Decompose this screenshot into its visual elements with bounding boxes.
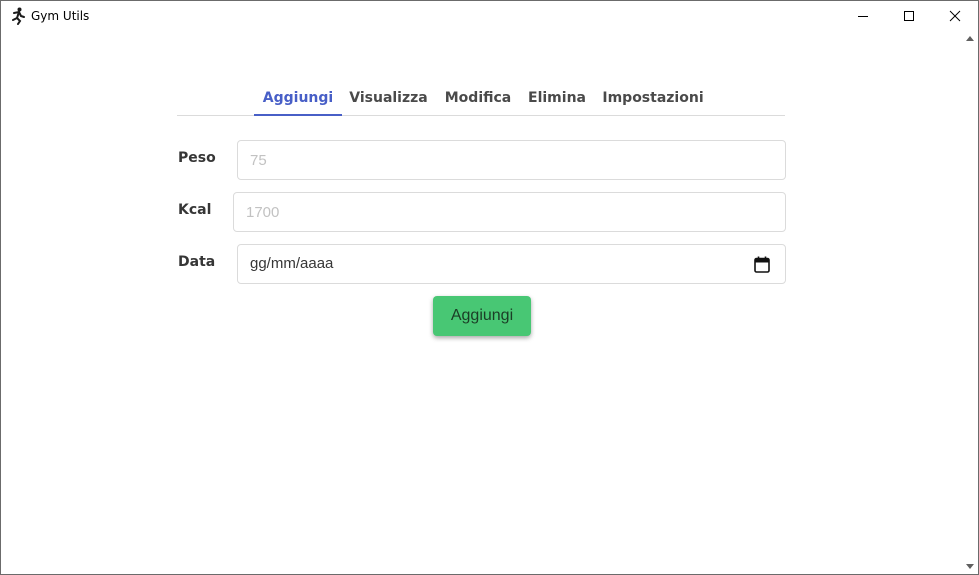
tab-elimina[interactable]: Elimina (527, 83, 587, 115)
maximize-icon (904, 11, 914, 21)
title-bar[interactable]: Gym Utils (1, 1, 978, 31)
maximize-button[interactable] (886, 1, 932, 31)
calendar-icon[interactable] (754, 256, 770, 273)
tab-aggiungi[interactable]: Aggiungi (254, 83, 342, 116)
peso-input[interactable] (237, 140, 786, 180)
data-label: Data (178, 254, 216, 270)
app-window: Gym Utils Aggiungi Visualizza Modifica E… (0, 0, 979, 575)
date-input[interactable]: gg/mm/aaaa (237, 244, 786, 284)
running-figure-icon (10, 7, 26, 25)
tab-bar: Aggiungi Visualizza Modifica Elimina Imp… (177, 83, 785, 116)
tab-modifica[interactable]: Modifica (439, 83, 517, 115)
close-icon (949, 10, 961, 22)
tab-impostazioni[interactable]: Impostazioni (601, 83, 705, 115)
minimize-icon (858, 16, 868, 17)
close-button[interactable] (932, 1, 978, 31)
kcal-input[interactable] (233, 192, 786, 232)
kcal-label: Kcal (178, 202, 212, 218)
tab-visualizza[interactable]: Visualizza (347, 83, 430, 115)
window-title: Gym Utils (31, 9, 90, 23)
minimize-button[interactable] (840, 1, 886, 31)
vertical-scrollbar[interactable] (962, 31, 978, 574)
scroll-down-arrow-icon[interactable] (966, 564, 974, 569)
scroll-up-arrow-icon[interactable] (966, 36, 974, 41)
aggiungi-submit-button[interactable]: Aggiungi (433, 296, 531, 336)
date-input-value: gg/mm/aaaa (250, 255, 334, 272)
peso-label: Peso (178, 150, 216, 166)
